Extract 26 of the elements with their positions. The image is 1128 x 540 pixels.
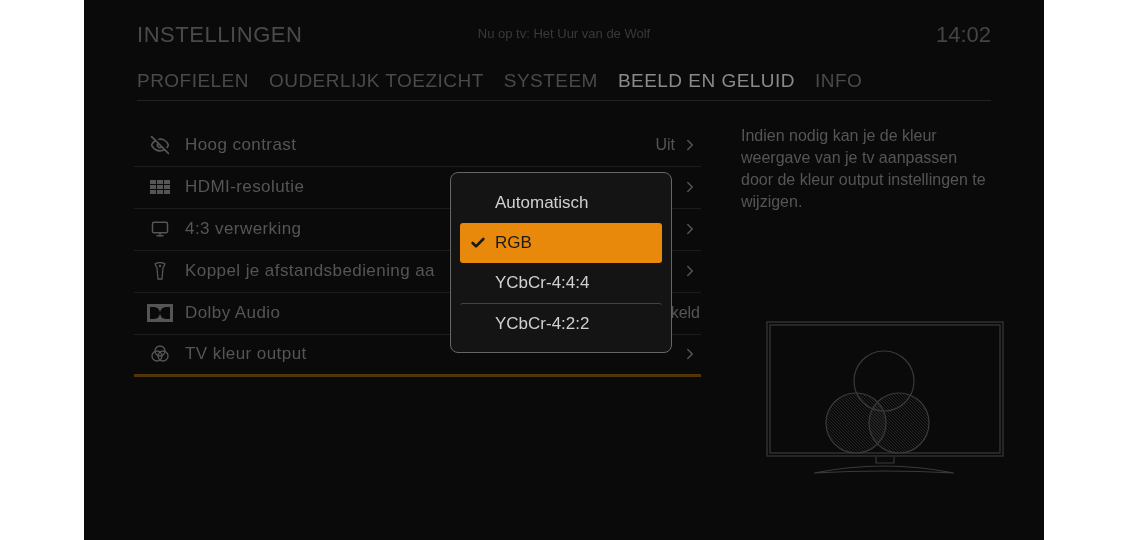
option-item[interactable]: RGB — [460, 223, 662, 263]
setting-label: HDMI-resolutie — [185, 176, 305, 199]
settings-row[interactable]: Hoog contrast Uit — [134, 124, 701, 167]
setting-label: Dolby Audio — [185, 302, 281, 325]
dolby-icon — [146, 304, 173, 322]
color-circles-icon — [149, 344, 170, 364]
tab[interactable]: PROFIELEN — [137, 67, 249, 96]
remote-icon — [153, 262, 166, 280]
tab[interactable]: OUDERLIJK TOEZICHT — [268, 67, 484, 96]
setting-label: Koppel je afstandsbediening aa — [185, 260, 435, 283]
description: Indien nodig kan je de kleur weergave van je tv aanpassen door de kleur output instellingen te wijzigen. — [741, 125, 987, 212]
page-title: INSTELLINGEN — [137, 20, 304, 49]
setting-label: TV kleur output — [185, 343, 307, 366]
clock: 14:02 — [934, 20, 991, 49]
grid-icon — [149, 180, 170, 194]
eye-off-icon — [149, 135, 170, 155]
option-item[interactable]: YCbCr-4:2:2 — [460, 303, 662, 343]
check-icon — [469, 235, 486, 251]
setting-label: Hoog contrast — [185, 134, 297, 157]
setting-value: Uit — [655, 135, 675, 155]
setting-value: keld — [670, 303, 700, 323]
tab[interactable]: SYSTEEM — [503, 67, 598, 96]
tab[interactable]: BEELD EN GELUID — [617, 67, 795, 96]
tab[interactable]: INFO — [815, 67, 863, 96]
setting-label: 4:3 verwerking — [185, 218, 302, 241]
monitor-icon — [150, 220, 169, 238]
